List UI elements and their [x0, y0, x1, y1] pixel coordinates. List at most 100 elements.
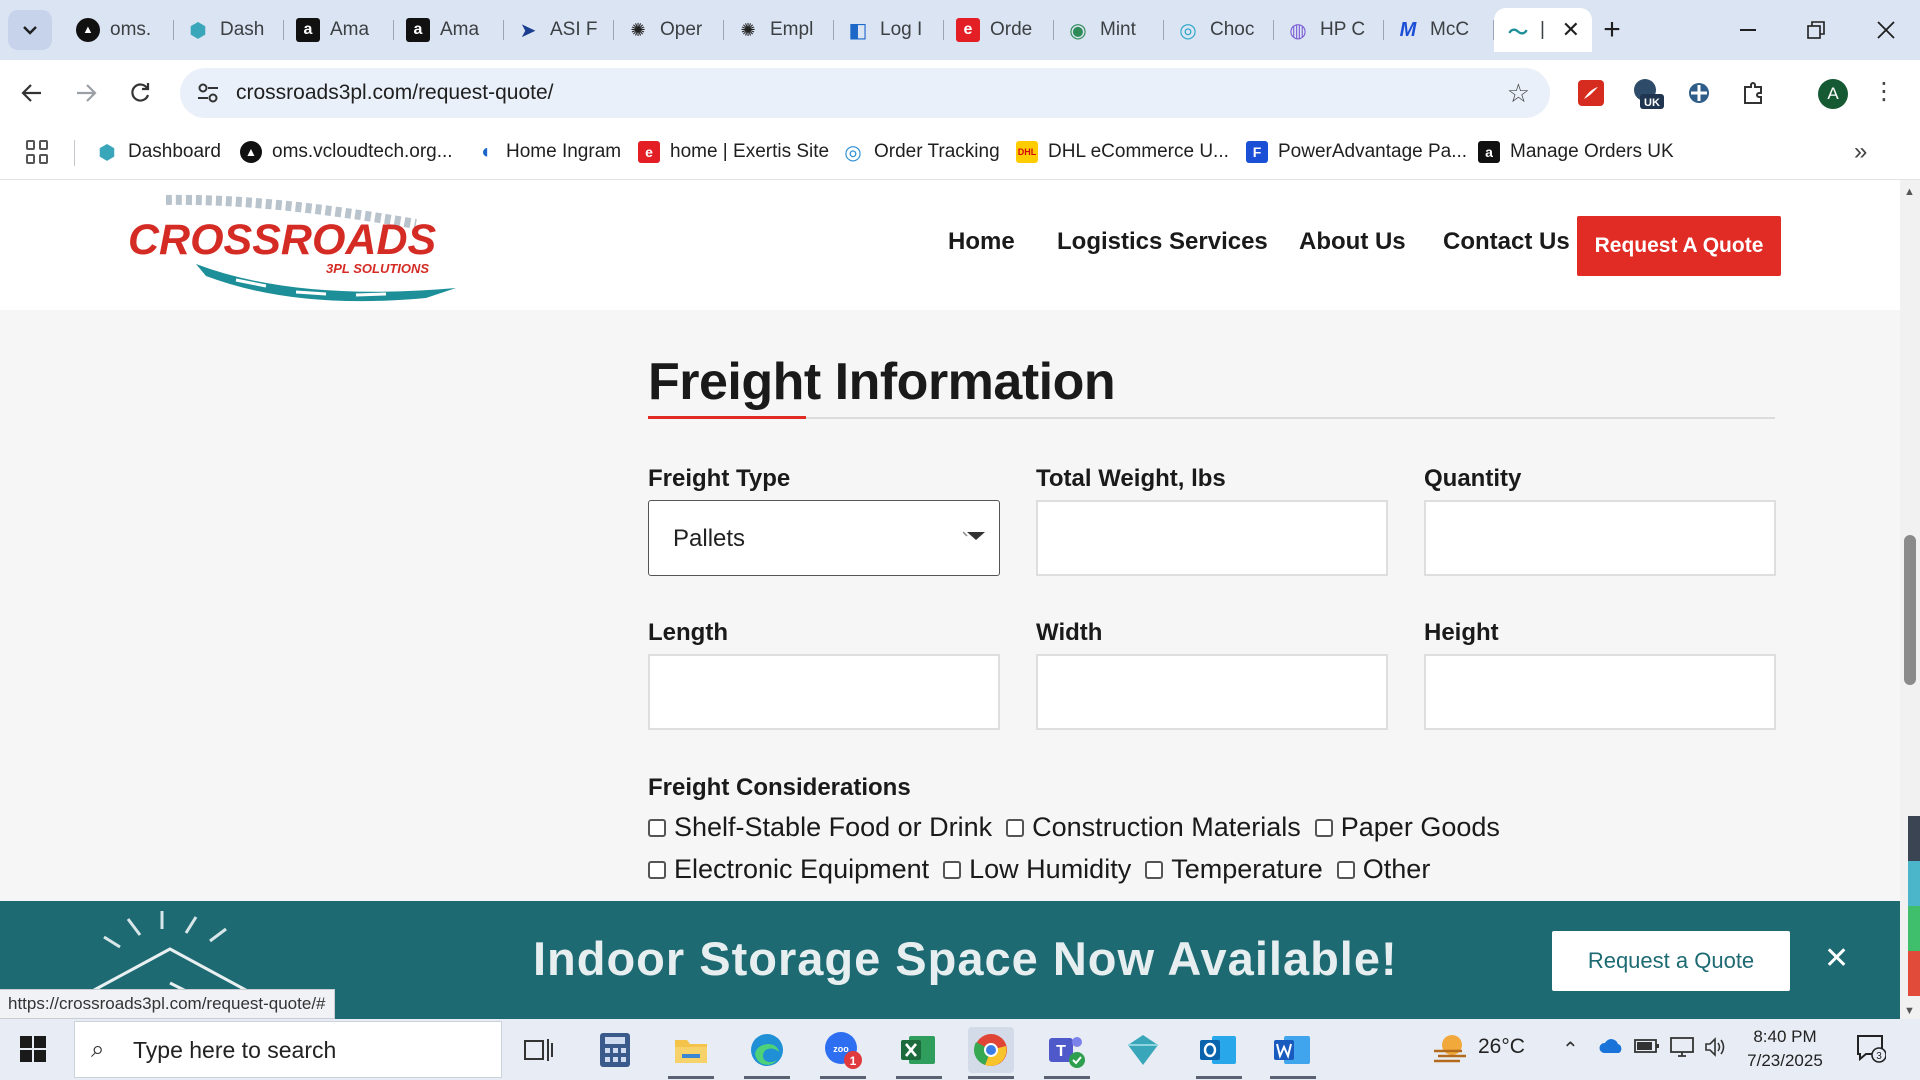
windows-start-icon[interactable] [20, 1036, 46, 1062]
height-input[interactable] [1424, 654, 1776, 730]
weather-widget[interactable]: 26°C [1432, 1031, 1525, 1063]
site-settings-icon[interactable] [194, 79, 222, 107]
restore-button[interactable] [1782, 8, 1850, 52]
folder-icon [675, 1040, 707, 1063]
minimize-button[interactable] [1714, 8, 1782, 52]
browser-tab[interactable]: a Ama [394, 8, 504, 52]
app-diamond-icon[interactable] [1120, 1027, 1166, 1073]
banner-close-icon[interactable]: ✕ [1824, 941, 1849, 976]
checkbox-paper-goods[interactable]: Paper Goods [1314, 812, 1500, 843]
bookmark-home-ingram[interactable]: ◖ Home Ingram [474, 136, 621, 168]
freight-considerations-label: Freight Considerations [648, 774, 911, 801]
forward-button[interactable] [66, 73, 106, 113]
address-bar[interactable]: crossroads3pl.com/request-quote/ ☆ [180, 68, 1550, 118]
browser-tab[interactable]: e Orde [944, 8, 1054, 52]
checkbox-low-humidity[interactable]: Low Humidity [943, 854, 1131, 885]
bookmark-order-tracking[interactable]: ◎ Order Tracking [842, 136, 999, 168]
battery-icon[interactable] [1634, 1037, 1660, 1061]
bookmark-oms[interactable]: ▲ oms.vcloudtech.org... [240, 136, 453, 168]
checkbox-shelf-stable[interactable]: Shelf-Stable Food or Drink [648, 812, 992, 843]
extension-gear-icon[interactable] [1682, 76, 1716, 110]
browser-tab[interactable]: ⬢ Dash [174, 8, 284, 52]
checkbox-other[interactable]: Other [1336, 854, 1430, 885]
tab-title: Choc [1210, 19, 1255, 40]
checkbox-box[interactable] [648, 860, 666, 879]
checkbox-box[interactable] [1006, 818, 1025, 837]
apps-grid-icon[interactable] [26, 140, 50, 164]
freight-type-select[interactable]: Pallets [648, 500, 1000, 576]
checkbox-box[interactable] [943, 860, 962, 879]
chrome-app-icon[interactable] [968, 1027, 1014, 1079]
pdf-extension-icon[interactable] [1574, 76, 1608, 110]
network-icon[interactable] [1670, 1037, 1696, 1063]
checkbox-construction-materials[interactable]: Construction Materials [1006, 812, 1301, 843]
browser-tab[interactable]: ✺ Oper [614, 8, 724, 52]
checkbox-label: Paper Goods [1340, 812, 1500, 842]
checkbox-temperature[interactable]: Temperature [1145, 854, 1323, 885]
checkbox-box[interactable] [1336, 860, 1355, 879]
checkbox-electronic-equipment[interactable]: Electronic Equipment [648, 854, 929, 885]
width-input[interactable] [1036, 654, 1388, 730]
extensions-button[interactable] [1736, 76, 1770, 110]
browser-tab[interactable]: ✺ Empl [724, 8, 834, 52]
excel-app-icon[interactable] [896, 1027, 942, 1079]
browser-tab[interactable]: ◍ HP C [1274, 8, 1384, 52]
nav-about-us[interactable]: About Us [1299, 228, 1406, 256]
checkbox-box[interactable] [1145, 860, 1164, 879]
close-window-button[interactable] [1852, 8, 1920, 52]
scroll-up-arrow-icon[interactable]: ▲ [1904, 186, 1915, 198]
bookmark-manage-orders-uk[interactable]: a Manage Orders UK [1478, 136, 1674, 168]
url-text[interactable]: crossroads3pl.com/request-quote/ [236, 81, 554, 105]
nav-contact-us[interactable]: Contact Us [1443, 228, 1570, 256]
more-bookmarks-icon[interactable]: » [1854, 138, 1867, 166]
banner-request-quote-button[interactable]: Request a Quote [1552, 931, 1790, 991]
bookmark-exertis[interactable]: e home | Exertis Site [638, 136, 829, 168]
edge-app-icon[interactable] [744, 1027, 790, 1079]
taskbar-search-box[interactable]: ⌕ Type here to search [74, 1021, 502, 1078]
crossroads-logo[interactable]: CROSSROADS 3PL SOLUTIONS [126, 192, 456, 302]
reload-button[interactable] [120, 73, 160, 113]
checkbox-box[interactable] [1314, 818, 1333, 837]
scroll-down-arrow-icon[interactable]: ▼ [1904, 1005, 1915, 1017]
taskbar-clock[interactable]: 8:40 PM 7/23/2025 [1740, 1025, 1830, 1073]
back-button[interactable] [12, 73, 52, 113]
scrollbar-thumb[interactable] [1904, 535, 1916, 685]
browser-tab[interactable]: ▲ oms. [64, 8, 174, 52]
request-quote-button[interactable]: Request A Quote [1577, 216, 1781, 276]
word-app-icon[interactable] [1270, 1027, 1316, 1079]
calculator-app-icon[interactable] [592, 1027, 638, 1073]
browser-tab[interactable]: 〜 | ✕ [1494, 8, 1592, 52]
nav-logistics-services[interactable]: Logistics Services [1057, 228, 1268, 256]
task-view-icon[interactable] [516, 1027, 562, 1073]
nav-home[interactable]: Home [948, 228, 1015, 256]
globe-extension-icon[interactable]: UK [1630, 76, 1664, 110]
total-weight-input[interactable] [1036, 500, 1388, 576]
browser-tab[interactable]: ◉ Mint [1054, 8, 1164, 52]
quantity-input[interactable] [1424, 500, 1776, 576]
browser-tab[interactable]: ◎ Choc [1164, 8, 1274, 52]
exertis-icon: e [638, 141, 660, 163]
bookmark-star-icon[interactable]: ☆ [1507, 78, 1530, 109]
bookmark-dhl[interactable]: DHL DHL eCommerce U... [1016, 136, 1229, 168]
new-tab-button[interactable]: + [1592, 10, 1632, 50]
browser-tab[interactable]: ➤ ASI F [504, 8, 614, 52]
browser-tab[interactable]: ◧ Log I [834, 8, 944, 52]
checkbox-box[interactable] [648, 818, 666, 837]
teams-app-icon[interactable]: T [1044, 1027, 1090, 1079]
more-menu-icon[interactable]: ⋮ [1872, 77, 1896, 106]
bookmark-poweradvantage[interactable]: F PowerAdvantage Pa... [1246, 136, 1467, 168]
length-input[interactable] [648, 654, 1000, 730]
close-tab-icon[interactable]: ✕ [1562, 17, 1580, 43]
browser-tab[interactable]: M McC [1384, 8, 1494, 52]
zoom-app-icon[interactable]: zoo 1 [820, 1027, 866, 1079]
notification-center-icon[interactable]: 3 [1856, 1033, 1886, 1063]
outlook-app-icon[interactable] [1196, 1027, 1242, 1079]
browser-tab[interactable]: a Ama [284, 8, 394, 52]
tray-chevron-up-icon[interactable]: ⌃ [1562, 1037, 1579, 1062]
profile-avatar[interactable]: A [1818, 79, 1848, 109]
file-explorer-app-icon[interactable] [668, 1027, 714, 1079]
onedrive-icon[interactable] [1598, 1037, 1624, 1060]
volume-icon[interactable] [1704, 1037, 1728, 1063]
bookmark-dashboard[interactable]: ⬢ Dashboard [96, 136, 221, 168]
tab-search-button[interactable] [8, 10, 52, 50]
